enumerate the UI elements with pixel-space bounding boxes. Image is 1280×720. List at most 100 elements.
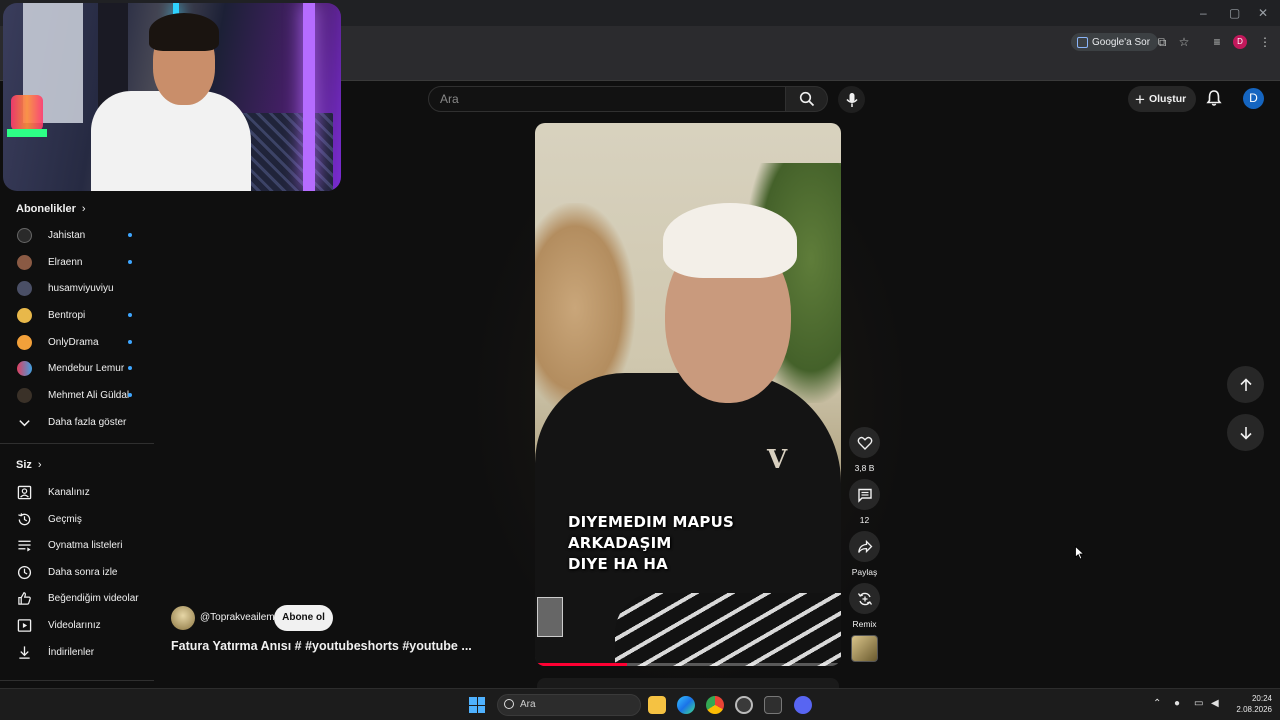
tray-microphone-icon[interactable]: ● (1174, 698, 1180, 709)
share-button[interactable] (849, 531, 880, 562)
sidebar-channel-husamviyuviyu[interactable]: husamviyuviyu (0, 275, 154, 301)
search-button[interactable] (786, 86, 828, 112)
create-button[interactable]: + Oluştur (1128, 86, 1196, 112)
previous-short-button[interactable] (1227, 366, 1264, 403)
sidebar-item-watch-later[interactable]: Daha sonra izle (0, 559, 154, 585)
notifications-bell-icon[interactable] (1205, 89, 1223, 107)
subtitle-line-1: DIYEMEDIM MAPUS ARKADAŞIM (568, 513, 735, 552)
search-icon (504, 699, 514, 709)
discord-icon[interactable] (794, 696, 812, 714)
sidebar-item-label: Beğendiğim videolar (48, 592, 139, 604)
sidebar-channel-mendebur-lemur[interactable]: Mendebur Lemur (0, 355, 154, 381)
subscribe-button[interactable]: Abone ol (274, 605, 333, 631)
channel-label: husamviyuviyu (48, 282, 114, 294)
bookmark-star-icon[interactable]: ☆ (1177, 35, 1191, 49)
browser-menu-icon[interactable]: ⋮ (1258, 35, 1272, 49)
channel-label: OnlyDrama (48, 336, 99, 348)
next-short-button[interactable] (1227, 414, 1264, 451)
download-icon (18, 645, 30, 659)
taskbar-search[interactable]: Ara (497, 694, 641, 716)
video-person-hair (663, 203, 797, 278)
webcam-rgb-device (11, 95, 43, 131)
sidebar: Abonelikler › Jahistan Elraenn husamviyu… (0, 195, 154, 685)
search-icon (799, 91, 814, 107)
remix-button[interactable] (849, 583, 880, 614)
channel-avatar (16, 360, 32, 376)
video-progress-fill (535, 663, 627, 666)
sidebar-item-liked-videos[interactable]: Beğendiğim videolar (0, 585, 154, 611)
history-icon (17, 512, 30, 525)
sidebar-divider (0, 443, 154, 444)
ask-google-button[interactable]: Google'a Sor (1071, 33, 1159, 51)
install-app-icon[interactable]: ⧉ (1155, 35, 1169, 49)
sidebar-item-downloads[interactable]: İndirilenler (0, 639, 154, 665)
video-progress-bar[interactable] (535, 663, 841, 666)
edge-browser-icon[interactable] (677, 696, 695, 714)
sound-thumbnail[interactable] (851, 635, 878, 662)
sidebar-channel-bentropi[interactable]: Bentropi (0, 302, 154, 328)
channel-label: Mendebur Lemur (48, 362, 125, 374)
sidebar-item-playlists[interactable]: Oynatma listeleri (0, 532, 154, 558)
webcam-rgb-strip (7, 129, 47, 137)
screen-root: { "browser": { "ask_google_label": "Goog… (0, 0, 1280, 720)
terminal-icon[interactable] (764, 696, 782, 714)
channel-avatar (16, 334, 32, 350)
close-icon[interactable]: ✕ (1258, 6, 1268, 20)
sidebar-item-label: Oynatma listeleri (48, 539, 123, 551)
thumbs-up-icon (17, 591, 31, 605)
tray-display-icon[interactable]: ▭ (1194, 698, 1203, 709)
maximize-icon[interactable]: ▢ (1229, 6, 1240, 20)
sidebar-channel-elraenn[interactable]: Elraenn (0, 249, 154, 275)
video-striped-pants (615, 593, 841, 666)
chrome-icon[interactable] (706, 696, 724, 714)
sidebar-channel-onlydrama[interactable]: OnlyDrama (0, 329, 154, 355)
search-input[interactable]: Ara (428, 86, 786, 112)
comments-button[interactable] (849, 479, 880, 510)
windows-start-icon[interactable] (469, 697, 485, 713)
browser-profile-avatar[interactable]: D (1233, 35, 1247, 49)
show-more-label: Daha fazla göster (48, 416, 127, 428)
show-more-button[interactable]: Daha fazla göster (0, 409, 154, 435)
minimize-icon[interactable]: – (1200, 6, 1207, 20)
video-subtitle: DIYEMEDIM MAPUS ARKADAŞIM DIYE HA HA (568, 512, 828, 575)
chevron-right-icon: › (81, 203, 86, 215)
sidebar-channel-mehmet-ali-guldal[interactable]: Mehmet Ali Güldal (0, 382, 154, 408)
tray-volume-icon[interactable]: ◀ (1211, 698, 1219, 709)
channel-label: Mehmet Ali Güldal (48, 389, 130, 401)
media-controls-icon[interactable]: ≡ (1210, 35, 1224, 49)
clock-time: 20:24 (1251, 694, 1272, 703)
shirt-logo: V (767, 445, 788, 475)
voice-search-button[interactable] (838, 86, 865, 113)
microphone-icon (845, 92, 858, 107)
tray-overflow-icon[interactable]: ⌃ (1153, 698, 1161, 709)
sidebar-item-label: Daha sonra izle (48, 566, 118, 578)
sidebar-item-your-channel[interactable]: Kanalınız (0, 479, 154, 505)
file-explorer-icon[interactable] (648, 696, 666, 714)
sidebar-item-label: İndirilenler (48, 646, 95, 658)
comment-icon (857, 488, 872, 503)
obs-icon[interactable] (735, 696, 753, 714)
taskbar-clock[interactable]: 20:24 2.08.2026 (1230, 693, 1272, 715)
ask-google-label: Google'a Sor (1092, 36, 1151, 48)
sidebar-channel-jahistan[interactable]: Jahistan (0, 222, 154, 248)
short-title[interactable]: Fatura Yatırma Anısı # #youtubeshorts #y… (171, 639, 491, 653)
channel-label: Jahistan (48, 229, 86, 241)
channel-handle[interactable]: @Toprakveailem (200, 612, 275, 623)
you-header[interactable]: Siz › (16, 459, 42, 471)
short-video-player[interactable]: V DIYEMEDIM MAPUS ARKADAŞIM DIYE HA HA (535, 123, 841, 666)
like-button[interactable] (849, 427, 880, 458)
live-dot (128, 260, 132, 264)
share-label: Paylaş (851, 567, 878, 577)
sidebar-item-history[interactable]: Geçmiş (0, 506, 154, 532)
subtitle-line-2: DIYE HA HA (568, 555, 668, 573)
subscriptions-title: Abonelikler (16, 203, 76, 215)
subscriptions-header[interactable]: Abonelikler › (16, 203, 86, 215)
comment-count: 12 (859, 515, 870, 525)
sidebar-item-your-videos[interactable]: Videolarınız (0, 612, 154, 638)
channel-avatar[interactable] (171, 606, 195, 630)
channel-avatar (16, 307, 32, 323)
account-avatar[interactable]: D (1243, 88, 1264, 109)
taskbar-search-label: Ara (520, 699, 536, 710)
account-box-icon (17, 485, 31, 499)
like-count: 3,8 B (854, 463, 875, 473)
